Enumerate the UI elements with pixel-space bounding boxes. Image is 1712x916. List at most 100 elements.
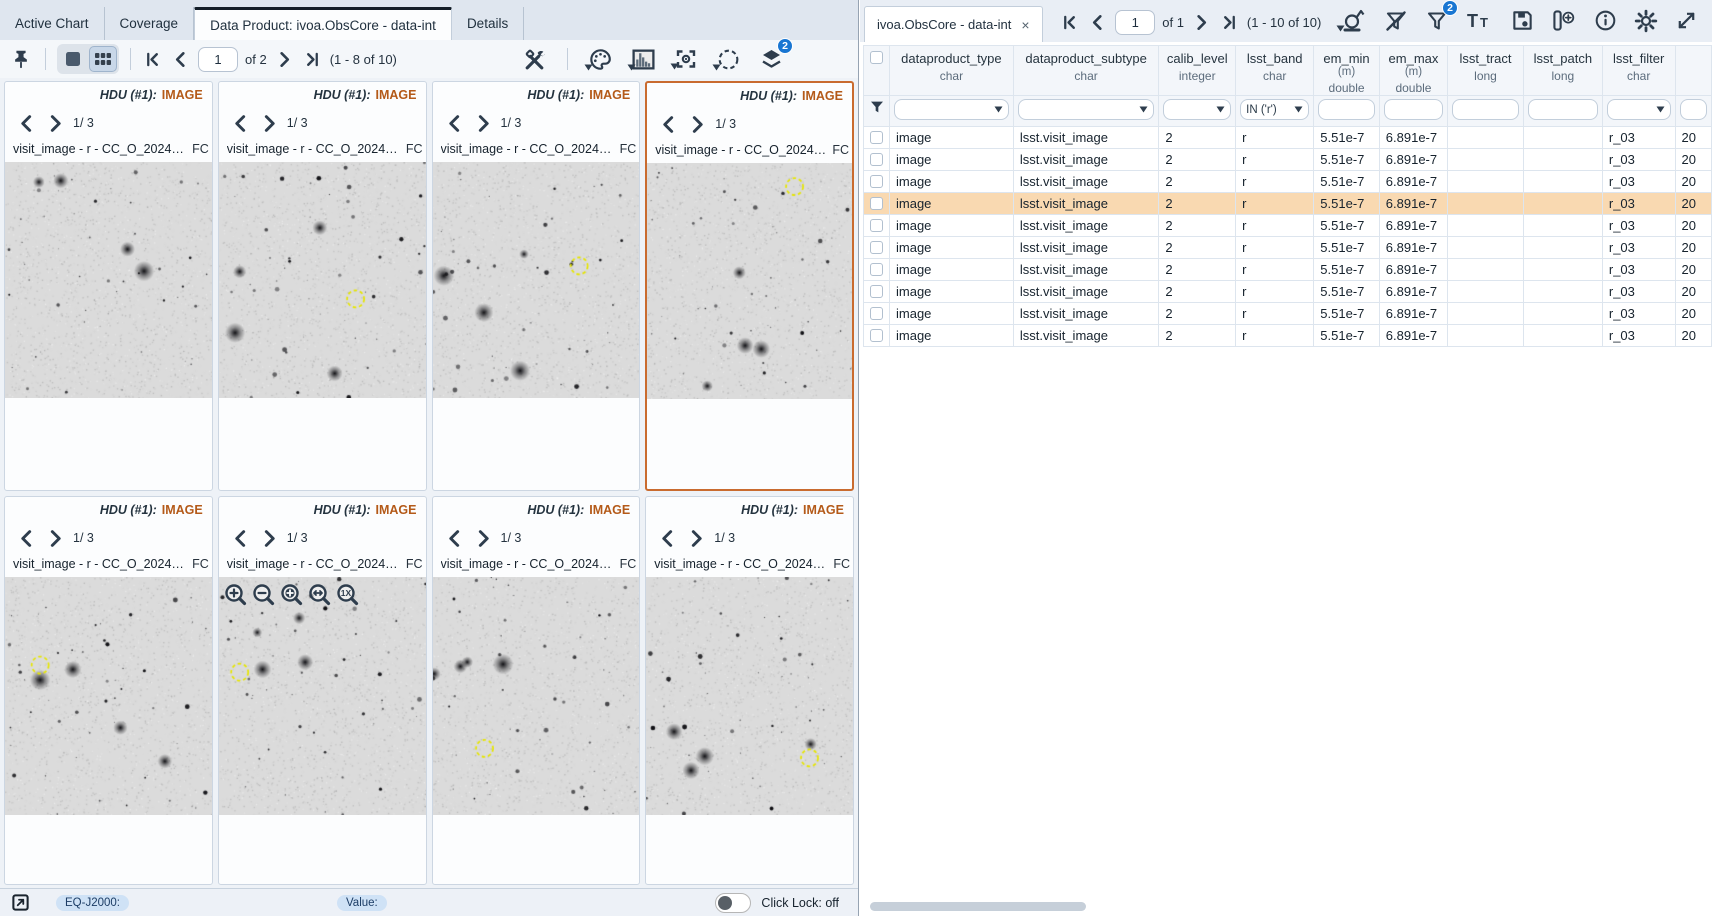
- column-filter-input[interactable]: [1680, 99, 1708, 120]
- tile-prev-icon[interactable]: [443, 527, 466, 550]
- filter-icon[interactable]: 2: [1423, 7, 1451, 35]
- tile-next-icon[interactable]: [472, 112, 495, 135]
- tile-prev-icon[interactable]: [229, 527, 252, 550]
- column-filter-input[interactable]: [1318, 99, 1374, 120]
- column-header-dataproduct_type[interactable]: dataproduct_typechar: [890, 46, 1014, 96]
- table-row[interactable]: imagelsst.visit_image2r5.51e-76.891e-7r_…: [864, 303, 1712, 325]
- table-row[interactable]: imagelsst.visit_image2r5.51e-76.891e-7r_…: [864, 281, 1712, 303]
- zoom-1x-icon[interactable]: 1X: [336, 583, 360, 607]
- zoom-in-icon[interactable]: [224, 583, 248, 607]
- row-checkbox[interactable]: [870, 197, 883, 210]
- tile-prev-icon[interactable]: [229, 112, 252, 135]
- settings-icon[interactable]: [1632, 7, 1660, 35]
- column-filter-input[interactable]: IN ('r'): [1240, 99, 1309, 120]
- select-all-checkbox[interactable]: [870, 51, 883, 64]
- row-checkbox[interactable]: [870, 219, 883, 232]
- column-filter-input[interactable]: [1607, 99, 1671, 120]
- tile-prev-icon[interactable]: [656, 527, 679, 550]
- column-header-lsst_filter[interactable]: lsst_filterchar: [1602, 46, 1675, 96]
- tile-next-icon[interactable]: [258, 112, 281, 135]
- pin-icon[interactable]: [8, 46, 34, 72]
- tile-next-icon[interactable]: [685, 527, 708, 550]
- tile-corner-label[interactable]: FC: [620, 557, 637, 571]
- clear-filter-icon[interactable]: [1382, 7, 1410, 35]
- column-filter-input[interactable]: [1528, 99, 1598, 120]
- table-row[interactable]: imagelsst.visit_image2r5.51e-76.891e-7r_…: [864, 259, 1712, 281]
- recenter-icon[interactable]: [672, 45, 700, 73]
- table-page-prev-icon[interactable]: [1087, 12, 1108, 33]
- star-field-image[interactable]: [5, 577, 212, 815]
- image-tile-7[interactable]: HDU (#1):IMAGE1/ 3visit_image - r - CC_O…: [432, 496, 641, 885]
- layers-icon[interactable]: 2: [757, 45, 786, 73]
- table-row[interactable]: imagelsst.visit_image2r5.51e-76.891e-7r_…: [864, 215, 1712, 237]
- column-header-calib_level[interactable]: calib_levelinteger: [1159, 46, 1236, 96]
- star-field-image[interactable]: [647, 163, 852, 399]
- image-tile-4-selected[interactable]: HDU (#1):IMAGE1/ 3visit_image - r - CC_O…: [645, 81, 854, 491]
- save-icon[interactable]: [1509, 7, 1536, 34]
- tab-active-chart[interactable]: Active Chart: [0, 7, 105, 40]
- image-tile-1[interactable]: HDU (#1):IMAGE1/ 3visit_image - r - CC_O…: [4, 81, 213, 491]
- info-icon[interactable]: [1592, 7, 1619, 34]
- row-checkbox[interactable]: [870, 285, 883, 298]
- table-row[interactable]: imagelsst.visit_image2r5.51e-76.891e-7r_…: [864, 325, 1712, 347]
- star-field-image[interactable]: [219, 162, 426, 398]
- row-checkbox[interactable]: [870, 329, 883, 342]
- zoom-fit-icon[interactable]: [280, 583, 304, 607]
- tile-next-icon[interactable]: [686, 113, 709, 136]
- column-filter-input[interactable]: [1384, 99, 1443, 120]
- star-field-image[interactable]: [433, 162, 640, 398]
- star-field-image[interactable]: [5, 162, 212, 398]
- tile-next-icon[interactable]: [258, 527, 281, 550]
- stretch-histogram-icon[interactable]: [629, 45, 658, 74]
- image-tile-5[interactable]: HDU (#1):IMAGE1/ 3visit_image - r - CC_O…: [4, 496, 213, 885]
- tile-prev-icon[interactable]: [657, 113, 680, 136]
- tile-prev-icon[interactable]: [15, 527, 38, 550]
- tab-details[interactable]: Details: [452, 7, 524, 40]
- table-page-input[interactable]: [1115, 10, 1155, 35]
- row-checkbox[interactable]: [870, 241, 883, 254]
- grid-view-icon[interactable]: [89, 46, 117, 72]
- table-row-highlighted[interactable]: imagelsst.visit_image2r5.51e-76.891e-7r_…: [864, 193, 1712, 215]
- tile-prev-icon[interactable]: [443, 112, 466, 135]
- column-header-lsst_tract[interactable]: lsst_tractlong: [1448, 46, 1524, 96]
- tile-next-icon[interactable]: [44, 112, 67, 135]
- star-field-image[interactable]: [646, 577, 853, 815]
- column-header-lsst_patch[interactable]: lsst_patchlong: [1523, 46, 1602, 96]
- column-header-lsst_band[interactable]: lsst_bandchar: [1236, 46, 1314, 96]
- table-row[interactable]: imagelsst.visit_image2r5.51e-76.891e-7r_…: [864, 149, 1712, 171]
- column-filter-input[interactable]: [1163, 99, 1231, 120]
- table-page-last-icon[interactable]: [1219, 12, 1240, 33]
- star-field-image[interactable]: [219, 577, 426, 815]
- tile-corner-label[interactable]: FC: [833, 557, 850, 571]
- horizontal-scrollbar[interactable]: [870, 902, 1086, 911]
- add-column-icon[interactable]: [1549, 7, 1579, 34]
- row-checkbox[interactable]: [870, 153, 883, 166]
- color-palette-icon[interactable]: [586, 45, 615, 74]
- tile-corner-label[interactable]: FC: [832, 143, 849, 157]
- page-next-icon[interactable]: [274, 49, 295, 70]
- zoom-fill-icon[interactable]: [308, 583, 332, 607]
- tile-corner-label[interactable]: FC: [192, 142, 209, 156]
- row-checkbox[interactable]: [870, 307, 883, 320]
- tile-next-icon[interactable]: [472, 527, 495, 550]
- page-number-input[interactable]: [198, 47, 238, 72]
- click-lock-toggle[interactable]: [715, 893, 751, 913]
- table-row[interactable]: imagelsst.visit_image2r5.51e-76.891e-7r_…: [864, 127, 1712, 149]
- zoom-out-icon[interactable]: [252, 583, 276, 607]
- tile-next-icon[interactable]: [44, 527, 67, 550]
- row-checkbox[interactable]: [870, 131, 883, 144]
- row-checkbox[interactable]: [870, 263, 883, 276]
- column-filter-input[interactable]: [1018, 99, 1155, 120]
- column-filter-input[interactable]: [1452, 99, 1519, 120]
- single-view-icon[interactable]: [59, 46, 87, 72]
- image-tile-6[interactable]: HDU (#1):IMAGE1/ 3visit_image - r - CC_O…: [218, 496, 427, 885]
- table-page-next-icon[interactable]: [1191, 12, 1212, 33]
- page-first-icon[interactable]: [142, 49, 163, 70]
- text-view-icon[interactable]: TT: [1464, 8, 1496, 34]
- close-icon[interactable]: ×: [1021, 17, 1029, 33]
- table-page-first-icon[interactable]: [1059, 12, 1080, 33]
- expand-icon[interactable]: [1673, 7, 1700, 34]
- image-tile-3[interactable]: HDU (#1):IMAGE1/ 3visit_image - r - CC_O…: [432, 81, 641, 491]
- tile-prev-icon[interactable]: [15, 112, 38, 135]
- tools-icon[interactable]: [520, 45, 549, 74]
